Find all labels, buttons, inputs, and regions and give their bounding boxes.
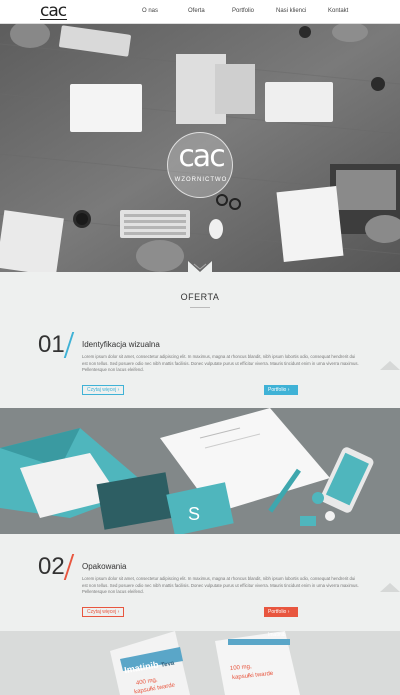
offer-slash-2 — [63, 554, 75, 580]
section-title: OFERTA — [180, 292, 220, 302]
stationery-mockup-photo: S — [0, 408, 400, 534]
hero-banner: cac WZORNICTWO — [0, 24, 400, 272]
packaging-mockup-photo: Imatinib Teva 400 mg, kapsułki twarde Im… — [0, 631, 400, 695]
page: cac O nas Oferta Portfolio Nasi klienci … — [0, 0, 400, 695]
section-title-divider — [190, 307, 210, 308]
offer-number-1: 01 — [38, 331, 65, 358]
offer-slash-1 — [63, 332, 75, 358]
offer-description-1: Lorem ipsum dolor sit amet, consectetur … — [82, 354, 359, 372]
read-more-label-2: Czytaj więcej — [87, 609, 117, 615]
offer-title-2: Opakowania — [82, 562, 127, 571]
portfolio-label-1: Portfolio — [268, 387, 287, 393]
offer-number-2: 02 — [38, 553, 65, 580]
read-more-button-1[interactable]: Czytaj więcej › — [82, 385, 125, 395]
nav-item-kontakt[interactable]: Kontakt — [328, 8, 348, 14]
scroll-up-arrow-2[interactable] — [380, 583, 400, 592]
svg-text:S: S — [188, 504, 200, 524]
top-navigation-bar: cac O nas Oferta Portfolio Nasi klienci … — [0, 0, 400, 24]
nav-item-nasi-klienci[interactable]: Nasi klienci — [276, 8, 306, 14]
nav-item-oferta[interactable]: Oferta — [188, 8, 205, 14]
offer-description-2: Lorem ipsum dolor sit amet, consectetur … — [82, 576, 359, 594]
stationery-illustration: S — [0, 408, 400, 534]
nav-item-o-nas[interactable]: O nas — [142, 8, 158, 14]
main-nav: O nas Oferta Portfolio Nasi klienci Kont… — [0, 0, 400, 24]
offer-title-1: Identyfikacja wizualna — [82, 340, 160, 349]
nav-item-portfolio[interactable]: Portfolio — [232, 8, 254, 14]
product-brand-right: Imatinib — [268, 632, 286, 638]
hero-logo-badge: cac WZORNICTWO — [167, 132, 233, 198]
read-more-label-1: Czytaj więcej — [87, 387, 117, 393]
portfolio-label-2: Portfolio — [268, 609, 287, 615]
scroll-up-arrow-1[interactable] — [380, 361, 400, 370]
hero-logo-text: cac — [178, 139, 225, 174]
packaging-illustration — [0, 631, 400, 695]
portfolio-button-2[interactable]: Portfolio › — [264, 607, 298, 617]
read-more-button-2[interactable]: Czytaj więcej › — [82, 607, 125, 617]
portfolio-button-1[interactable]: Portfolio › — [264, 385, 298, 395]
hero-logo-tagline: WZORNICTWO — [174, 177, 228, 183]
chevron-down-icon[interactable] — [193, 263, 207, 270]
